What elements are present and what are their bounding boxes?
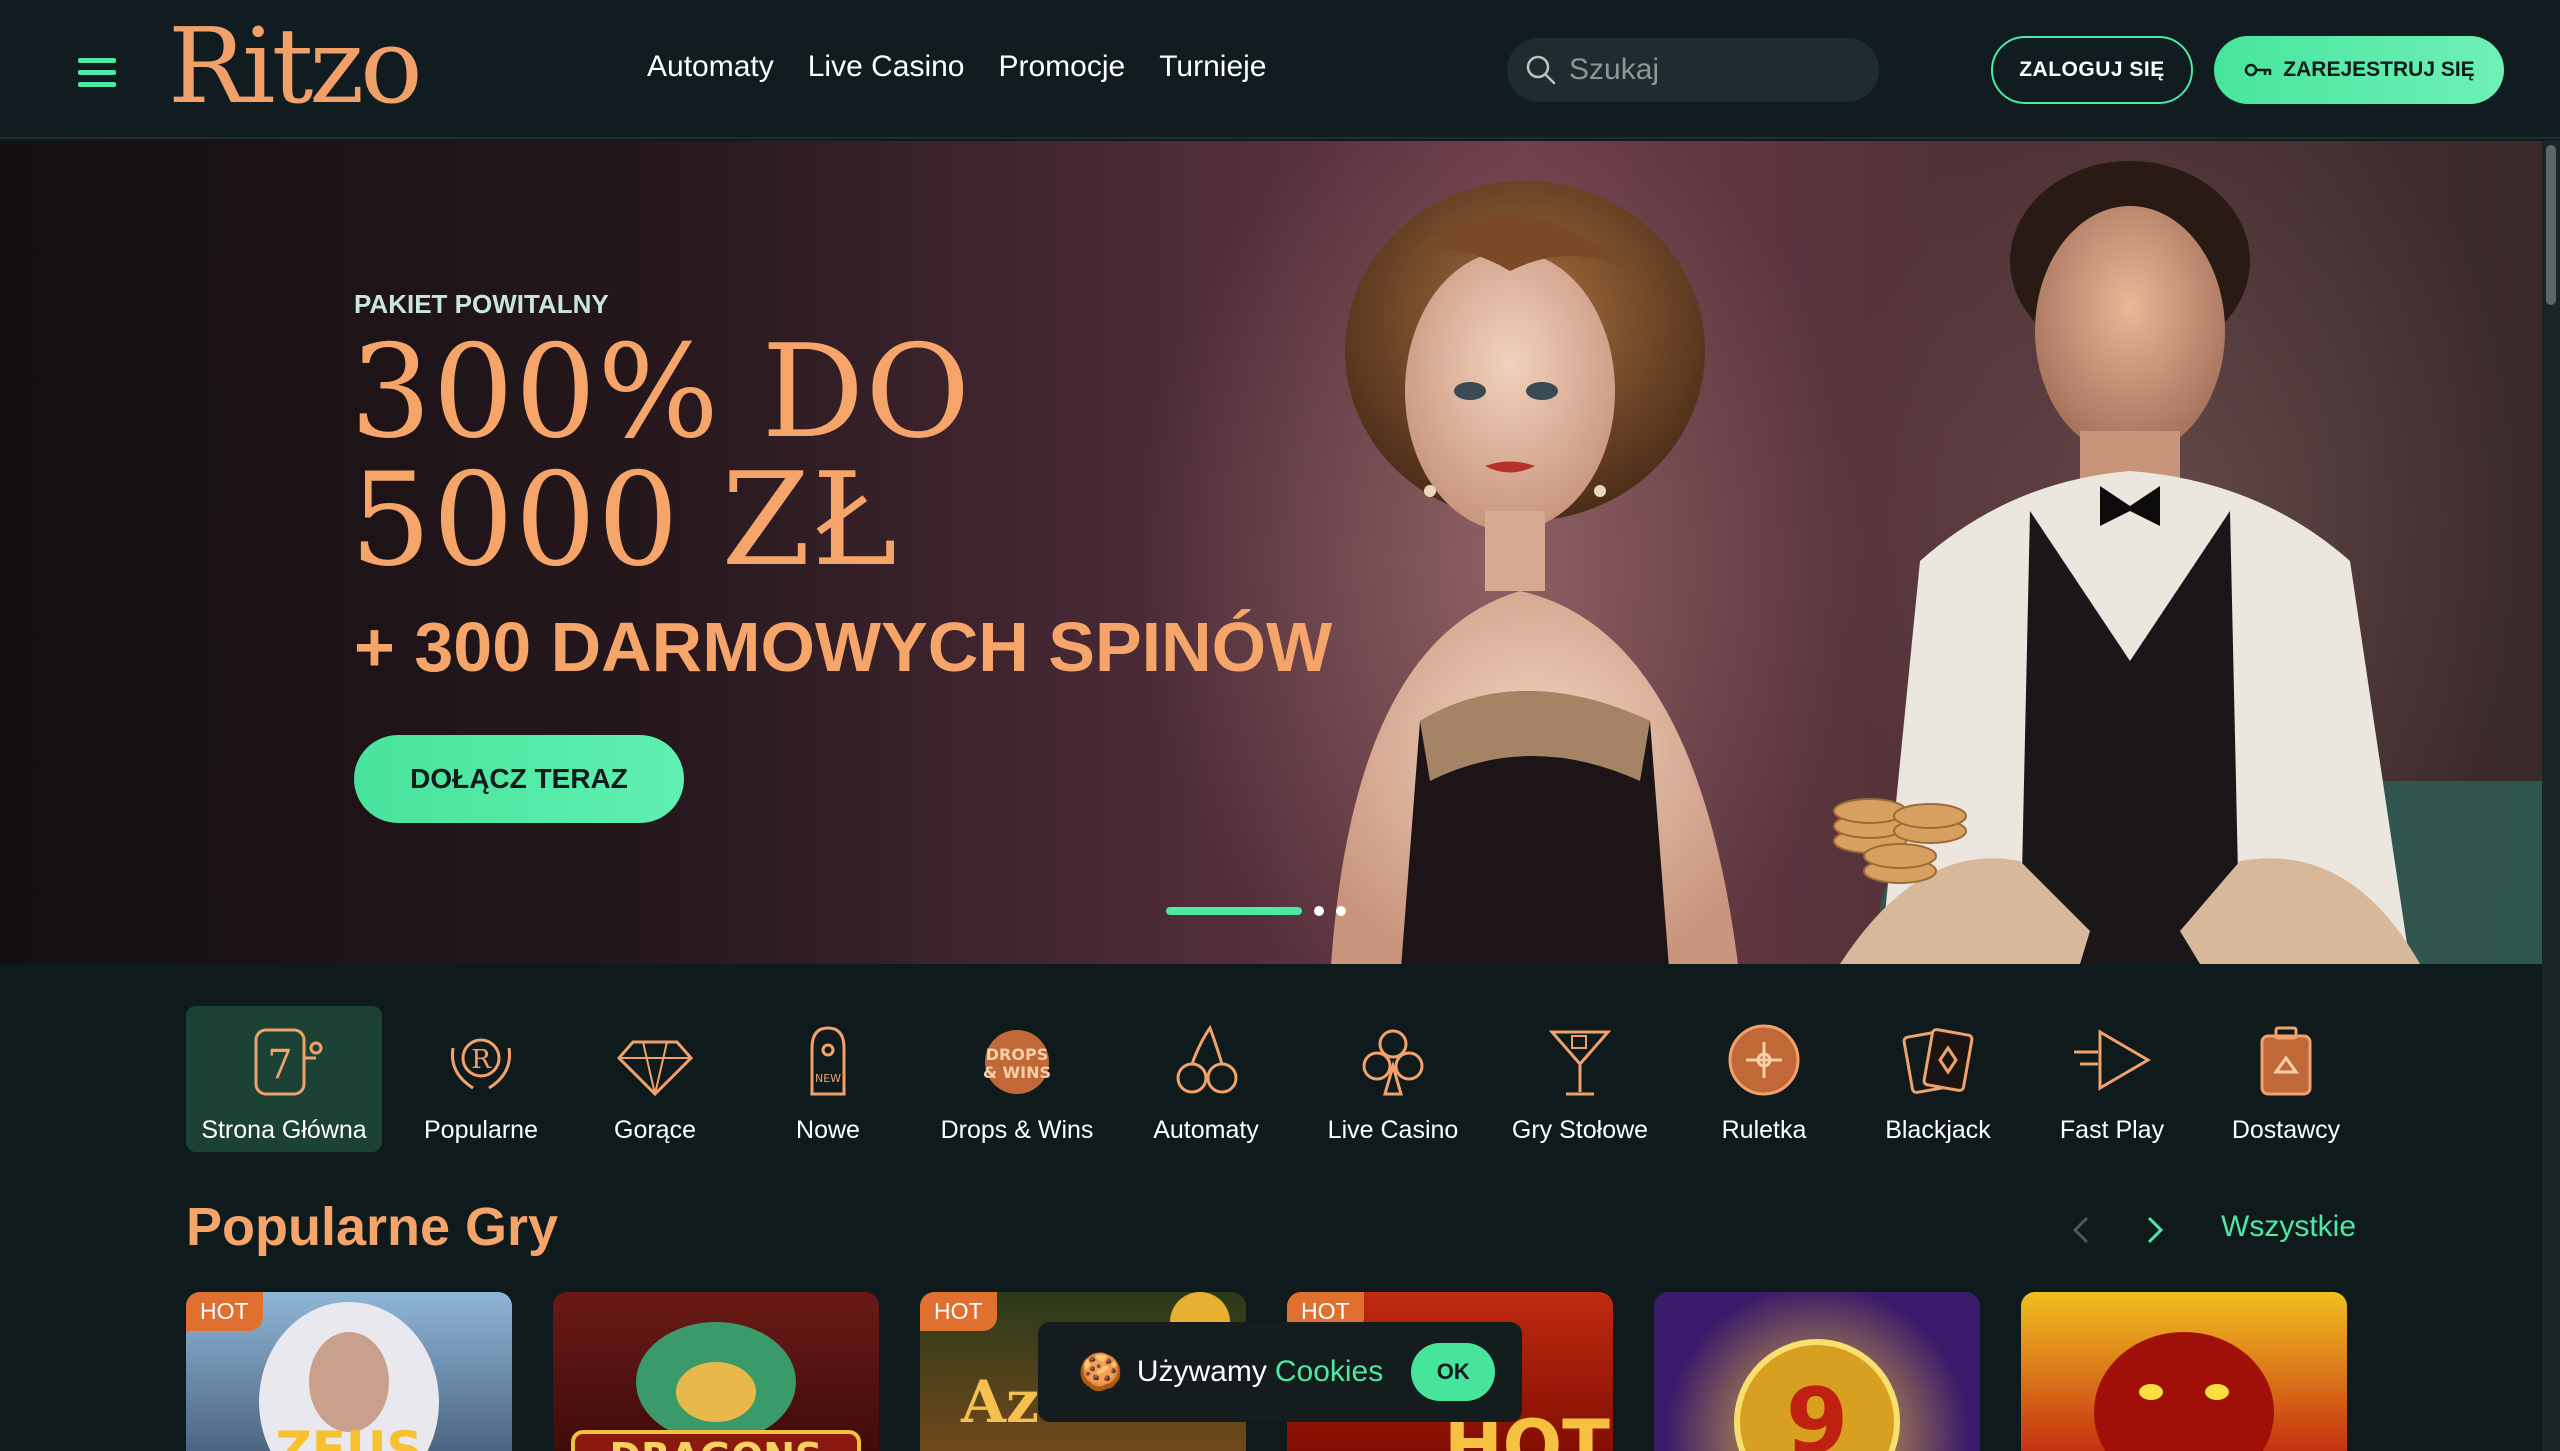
laurel-icon: R [450,1038,512,1090]
slide-dot[interactable] [1336,906,1346,916]
game-tile[interactable]: 9 [1654,1292,1980,1451]
svg-text:9: 9 [1786,1369,1849,1451]
cookie-link[interactable]: Cookies [1275,1355,1383,1389]
cherries-icon [1176,1024,1238,1094]
category-label: Strona Główna [201,1116,367,1144]
category-label: Drops & Wins [940,1116,1094,1144]
svg-text:DROPS: DROPS [986,1045,1048,1064]
category-label: Popularne [424,1116,538,1144]
search-icon [1526,55,1556,85]
category-blackjack[interactable]: Blackjack [1850,1006,2026,1152]
category-live-casino[interactable]: Live Casino [1304,1006,1482,1152]
cards-icon [1902,1028,1974,1094]
svg-text:NEW: NEW [815,1072,841,1085]
svg-text:Az: Az [960,1368,1039,1436]
hero-woman-illustration [1331,181,1738,964]
nav-automaty[interactable]: Automaty [647,50,774,84]
login-button[interactable]: ZALOGUJ SIĘ [1991,36,2193,104]
provider-icon [2260,1026,2312,1096]
hero-croupier-illustration [1833,161,2420,964]
game-art-9-coins: 9 [1734,1339,1900,1451]
category-label: Gorące [614,1116,696,1144]
category-fast-play[interactable]: Fast Play [2026,1006,2198,1152]
game-tile[interactable]: ZEUS HOT [186,1292,512,1451]
cookie-text: Używamy [1136,1355,1267,1388]
game-tile[interactable] [2021,1292,2347,1451]
search-input[interactable] [1569,53,1869,87]
slider-dots [1166,906,1346,916]
nav-turnieje[interactable]: Turnieje [1159,50,1266,84]
view-all-link[interactable]: Wszystkie [2221,1210,2356,1244]
game-tile[interactable]: DRAGONS [553,1292,879,1451]
new-tag-icon: NEW [810,1026,846,1096]
key-icon [2245,63,2272,77]
logo[interactable]: Ritzo [168,14,423,118]
hero-title-line3: + 300 DARMOWYCH SPINÓW [354,608,1333,686]
diamond-icon [616,1040,694,1097]
category-label: Ruletka [1721,1116,1807,1144]
section-title: Popularne Gry [186,1197,559,1257]
category-label: Dostawcy [2231,1116,2341,1144]
category-gry-stolowe[interactable]: Gry Stołowe [1482,1006,1678,1152]
register-button[interactable]: ZAREJESTRUJ SIĘ [2214,36,2504,104]
cookie-ok-button[interactable]: OK [1411,1343,1496,1401]
slide-dot[interactable] [1314,906,1324,916]
category-label: Fast Play [2059,1116,2165,1144]
hot-badge: HOT [920,1292,997,1331]
category-drops-wins[interactable]: DROPS & WINS Drops & Wins [926,1006,1108,1152]
category-label: Blackjack [1885,1116,1991,1144]
register-label: ZAREJESTRUJ SIĘ [2283,58,2475,81]
fast-play-icon [2074,1029,2151,1091]
category-ruletka[interactable]: Ruletka [1678,1006,1850,1152]
category-gorace[interactable]: Gorące [580,1006,730,1152]
club-icon [1362,1029,1424,1096]
search-box[interactable] [1507,38,1879,102]
svg-text:R: R [471,1045,492,1075]
chevron-right-icon[interactable] [2134,1210,2174,1250]
scrollbar[interactable] [2542,141,2560,1451]
hero-title-line1: 300% DO [350,318,972,467]
cocktail-icon [1548,1030,1612,1096]
drops-wins-icon: DROPS& WINS [983,1030,1051,1094]
slide-dot-active[interactable] [1166,907,1302,915]
category-bar: 7 Strona Główna R Popularne Gorące NEW N… [186,1006,2374,1152]
category-automaty[interactable]: Automaty [1108,1006,1304,1152]
hot-badge: HOT [186,1292,263,1331]
category-popularne[interactable]: R Popularne [382,1006,580,1152]
category-nowe[interactable]: NEW Nowe [730,1006,926,1152]
top-nav: Automaty Live Casino Promocje Turnieje [647,50,1267,84]
category-label: Automaty [1153,1116,1259,1144]
join-now-button[interactable]: DOŁĄCZ TERAZ [354,735,684,823]
category-label: Live Casino [1327,1116,1459,1144]
chevron-left-icon[interactable] [2062,1210,2102,1250]
header: Ritzo Automaty Live Casino Promocje Turn… [0,0,2560,139]
cookie-banner: 🍪 Używamy Cookies OK [1038,1322,1522,1422]
hero-banner[interactable]: PAKIET POWITALNY 300% DO 5000 ZŁ + 300 D… [0,141,2542,964]
menu-icon[interactable] [78,58,116,88]
category-label: Gry Stołowe [1511,1116,1649,1144]
svg-text:& WINS: & WINS [983,1063,1051,1082]
slot-machine-icon: 7 [254,1028,323,1096]
svg-text:ZEUS: ZEUS [275,1421,422,1451]
svg-text:DRAGONS: DRAGONS [610,1435,823,1451]
hero-title: 300% DO 5000 ZŁ [350,329,971,585]
category-strona-glowna[interactable]: 7 Strona Główna [186,1006,382,1152]
cookie-icon: 🍪 [1078,1351,1123,1392]
scrollbar-thumb[interactable] [2546,145,2556,305]
nav-live-casino[interactable]: Live Casino [808,50,965,84]
game-art-dragon-red [2094,1332,2274,1451]
hero-title-line2: 5000 ZŁ [350,446,898,595]
svg-text:7: 7 [267,1042,292,1088]
hero-subtitle: PAKIET POWITALNY [354,289,609,319]
nav-promocje[interactable]: Promocje [999,50,1126,84]
category-label: Nowe [796,1116,860,1144]
category-dostawcy[interactable]: Dostawcy [2198,1006,2374,1152]
roulette-icon [1728,1024,1800,1096]
game-art-dragons: DRAGONS [571,1322,861,1451]
